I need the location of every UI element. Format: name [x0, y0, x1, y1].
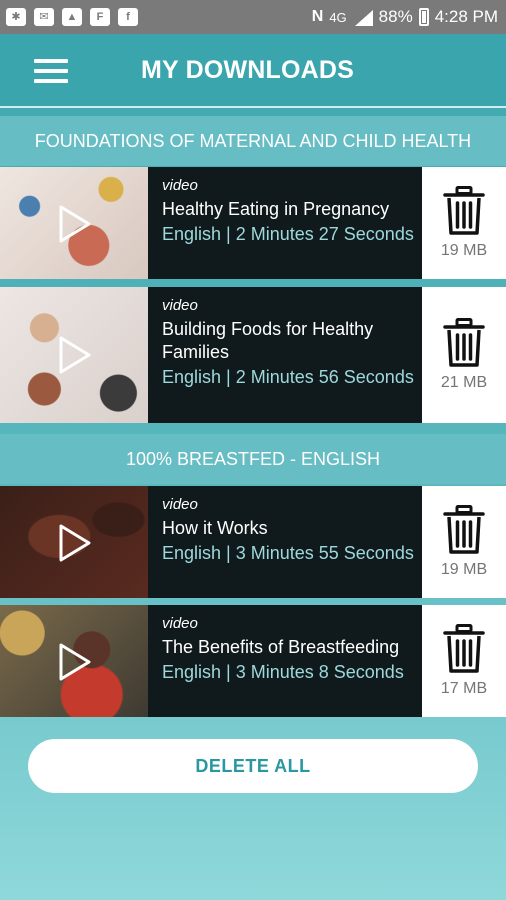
status-bar: ✱ ✉ ▲ F f N 4G 88% 4:28 PM [0, 0, 506, 34]
notification-icons: ✱ ✉ ▲ F f [6, 8, 138, 26]
video-type-label: video [162, 615, 198, 632]
trash-icon [443, 318, 485, 367]
video-meta: English | 2 Minutes 27 Seconds [162, 224, 414, 244]
video-title: The Benefits of Breastfeeding [162, 637, 400, 657]
delete-button[interactable]: 19 MB [422, 486, 506, 598]
file-size: 17 MB [440, 680, 488, 697]
file-size: 21 MB [440, 374, 488, 391]
video-type-label: video [162, 297, 198, 314]
wifi-calling-icon: 4G [329, 9, 347, 25]
delete-button[interactable]: 21 MB [422, 287, 506, 423]
video-thumbnail[interactable] [0, 287, 148, 423]
video-thumbnail[interactable] [0, 167, 148, 279]
trash-icon [443, 186, 485, 235]
video-item: video The Benefits of Breastfeeding Engl… [0, 605, 506, 717]
video-info[interactable]: video Healthy Eating in Pregnancy Englis… [148, 167, 422, 279]
video-title: Healthy Eating in Pregnancy [162, 199, 390, 219]
file-size: 19 MB [440, 561, 488, 578]
image-icon: ▲ [62, 8, 82, 26]
facebook-icon: f [118, 8, 138, 26]
play-icon[interactable] [58, 643, 92, 681]
flipboard-icon: F [90, 8, 110, 26]
video-title: Building Foods for Healthy Families [162, 319, 374, 362]
play-icon[interactable] [58, 336, 92, 374]
video-meta: English | 3 Minutes 55 Seconds [162, 543, 414, 563]
video-info[interactable]: video Building Foods for Healthy Familie… [148, 287, 422, 423]
video-thumbnail[interactable] [0, 486, 148, 598]
trash-icon [443, 505, 485, 554]
play-icon[interactable] [58, 524, 92, 562]
video-thumbnail[interactable] [0, 605, 148, 717]
play-icon[interactable] [58, 205, 92, 243]
video-meta: English | 2 Minutes 56 Seconds [162, 367, 414, 387]
file-size: 19 MB [440, 242, 488, 259]
system-icons: N 4G 88% 4:28 PM [312, 7, 498, 27]
video-type-label: video [162, 177, 198, 194]
app-bar: MY DOWNLOADS [0, 34, 506, 108]
video-item: video Healthy Eating in Pregnancy Englis… [0, 167, 506, 279]
mail-icon: ✉ [34, 8, 54, 26]
menu-icon[interactable] [34, 59, 68, 83]
battery-icon [418, 8, 429, 26]
section-header: FOUNDATIONS OF MATERNAL AND CHILD HEALTH [0, 116, 506, 166]
delete-all-button[interactable]: DELETE ALL [28, 739, 478, 793]
battery-percent: 88% [378, 7, 413, 26]
delete-button[interactable]: 17 MB [422, 605, 506, 717]
slack-icon: ✱ [6, 8, 26, 26]
video-info[interactable]: video How it Works English | 3 Minutes 5… [148, 486, 422, 598]
nfc-icon: N [311, 8, 324, 25]
video-meta: English | 3 Minutes 8 Seconds [162, 662, 404, 682]
clock: 4:28 PM [434, 7, 498, 26]
page-title: MY DOWNLOADS [141, 56, 355, 84]
video-item: video How it Works English | 3 Minutes 5… [0, 486, 506, 598]
section-header: 100% BREASTFED - ENGLISH [0, 434, 506, 484]
video-title: How it Works [162, 518, 268, 538]
video-type-label: video [162, 496, 198, 513]
video-info[interactable]: video The Benefits of Breastfeeding Engl… [148, 605, 422, 717]
video-item: video Building Foods for Healthy Familie… [0, 287, 506, 423]
delete-button[interactable]: 19 MB [422, 167, 506, 279]
signal-icon [353, 8, 373, 26]
trash-icon [443, 624, 485, 673]
